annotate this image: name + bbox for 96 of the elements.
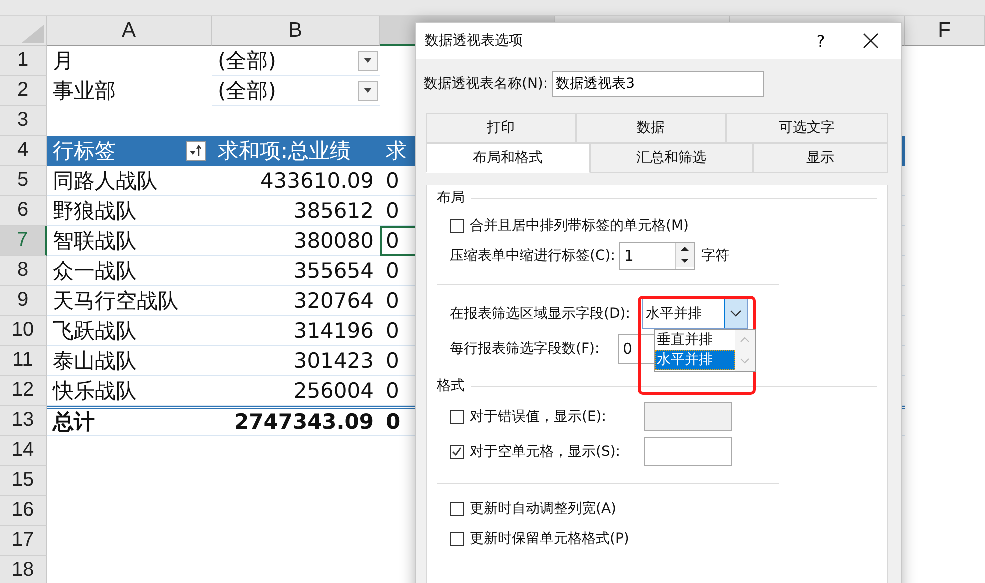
table-cell-text: 同路人战队	[53, 168, 158, 194]
table-header: 求	[386, 138, 407, 165]
table-cell: 0	[386, 228, 400, 252]
table-cell: 0	[386, 198, 400, 222]
checkbox-label: 对于错误值，显示(E):	[470, 408, 608, 426]
checkbox[interactable]	[450, 444, 464, 458]
table-cell: 433610.09	[260, 168, 374, 192]
row-header[interactable]: 13	[0, 406, 47, 436]
row-header[interactable]: 11	[0, 346, 47, 376]
row-header[interactable]: 4	[0, 136, 47, 166]
checkbox-label: 合并且居中排列带标签的单元格(M)	[470, 217, 690, 235]
checkbox[interactable]	[450, 219, 464, 233]
table-cell-text: (全部)	[218, 78, 276, 104]
table-cell: 385612	[294, 198, 374, 222]
table-cell: 320764	[294, 288, 374, 312]
table-cell: 0	[386, 258, 400, 282]
table-cell: 总计	[53, 409, 95, 435]
tab[interactable]: 数据	[576, 113, 726, 143]
table-cell: 0	[386, 168, 400, 192]
filter-sort-button[interactable]	[186, 141, 206, 161]
table-cell-text: 月	[53, 48, 74, 75]
name-input-field[interactable]: 数据透视表3	[552, 71, 764, 97]
input-field[interactable]	[644, 437, 732, 466]
checkbox[interactable]	[450, 502, 464, 516]
row-header[interactable]: 10	[0, 316, 47, 346]
dropdown-arrow-icon[interactable]	[364, 88, 372, 93]
column-header[interactable]: F	[905, 16, 985, 46]
table-cell: 380080	[294, 228, 374, 252]
sort-filter-icon[interactable]	[189, 145, 203, 157]
checkbox-label: 对于空单元格，显示(S):	[470, 442, 622, 460]
row-header[interactable]: 14	[0, 436, 47, 466]
row-header[interactable]: 16	[0, 496, 47, 526]
help-button[interactable]: ?	[801, 26, 841, 56]
dialog-title: 数据透视表选项	[425, 32, 524, 50]
tab[interactable]: 可选文字	[726, 113, 888, 143]
table-cell-text: 众一战队	[53, 258, 137, 284]
row-header[interactable]: 12	[0, 376, 47, 406]
dropdown-arrow-icon[interactable]	[364, 58, 372, 63]
table-cell: 0	[386, 318, 400, 342]
row-header[interactable]: 5	[0, 166, 47, 196]
table-cell-text: 野狼战队	[53, 198, 137, 224]
spinner-value: 1	[623, 246, 635, 267]
field-label: 每行报表筛选字段数(F):	[450, 340, 601, 358]
table-cell-text: (全部)	[218, 48, 276, 74]
table-cell: 0	[386, 348, 400, 372]
dropdown-option[interactable]: 水平并排	[655, 350, 735, 370]
checkbox-label: 更新时自动调整列宽(A)	[470, 500, 617, 518]
section-title: 布局	[437, 189, 465, 207]
table-header: 求和项:总业绩	[218, 138, 352, 165]
tab[interactable]: 打印	[426, 113, 576, 143]
table-cell-text: 智联战队	[53, 228, 137, 254]
tab[interactable]: 显示	[753, 143, 888, 173]
row-header[interactable]: 15	[0, 466, 47, 496]
row-header[interactable]: 17	[0, 526, 47, 556]
table-cell: 355654	[294, 258, 374, 282]
input-field[interactable]	[644, 402, 732, 431]
field-label: 数据透视表名称(N):	[424, 75, 548, 93]
field-label: 在报表筛选区域显示字段(D):	[450, 304, 632, 322]
table-cell: 2747343.09	[234, 410, 374, 434]
row-header[interactable]: 1	[0, 46, 47, 76]
column-header[interactable]: B	[212, 16, 380, 46]
checkbox[interactable]	[450, 532, 464, 546]
field-label: 压缩表单中缩进行标签(C):	[450, 247, 616, 265]
chevron-icon[interactable]	[724, 299, 747, 328]
table-cell-text: 快乐战队	[53, 378, 137, 404]
table-cell: 0	[386, 410, 401, 434]
table-cell-text: 泰山战队	[53, 348, 137, 374]
dropdown-button[interactable]	[358, 50, 378, 70]
unit-label: 字符	[701, 247, 730, 265]
table-cell-text: 天马行空战队	[53, 288, 179, 314]
row-header[interactable]: 9	[0, 286, 47, 316]
row-header[interactable]: 7	[0, 226, 47, 256]
number-spinner[interactable]: 1	[619, 242, 696, 270]
row-header[interactable]: 18	[0, 556, 47, 583]
checkbox[interactable]	[450, 410, 464, 424]
row-header[interactable]: 3	[0, 106, 47, 136]
dropdown-value: 水平并排	[646, 304, 702, 322]
table-cell: 301423	[294, 348, 374, 372]
table-header: 行标签	[53, 138, 116, 165]
dropdown-field[interactable]: 水平并排	[642, 298, 748, 329]
column-header[interactable]: A	[47, 16, 212, 46]
table-cell-text: 事业部	[53, 78, 116, 105]
section-title: 格式	[437, 377, 465, 395]
tab[interactable]: 汇总和筛选	[590, 143, 753, 173]
row-header[interactable]: 2	[0, 76, 47, 106]
table-cell: 0	[386, 288, 400, 312]
table-cell: 314196	[294, 318, 374, 342]
row-header[interactable]: 8	[0, 256, 47, 286]
table-cell: 0	[386, 378, 400, 402]
table-cell: 256004	[294, 378, 374, 402]
checkbox-label: 更新时保留单元格格式(P)	[470, 530, 630, 548]
close-icon	[863, 33, 879, 49]
row-header[interactable]: 6	[0, 196, 47, 226]
tab[interactable]: 布局和格式	[426, 143, 590, 173]
table-cell-text: 飞跃战队	[53, 318, 137, 344]
dropdown-button[interactable]	[358, 80, 378, 100]
